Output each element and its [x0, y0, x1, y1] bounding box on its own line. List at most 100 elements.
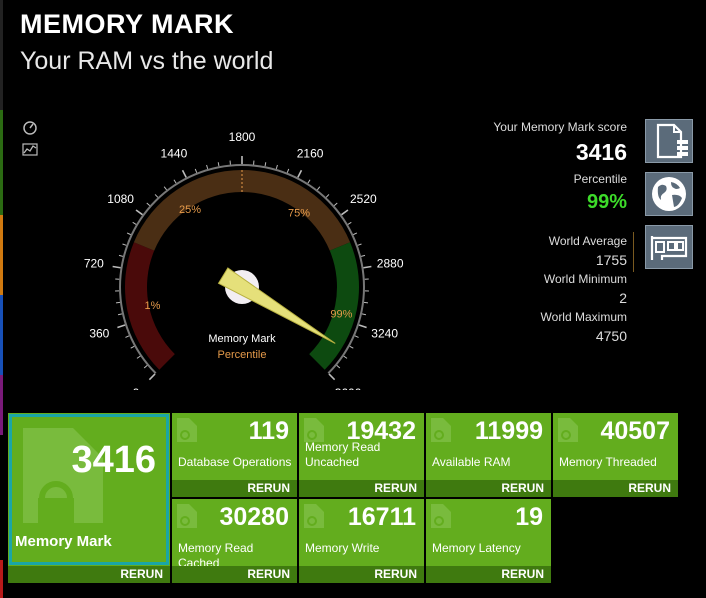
memory-chip-icon [304, 504, 324, 528]
gauge-percent-label: 25% [179, 204, 201, 216]
world-average-label: World Average [548, 234, 627, 248]
rerun-button[interactable]: RERUN [120, 567, 163, 581]
available-ram-tile[interactable]: 11999 Available RAM RERUN [426, 413, 551, 497]
gauge-tick [286, 168, 290, 173]
tile-value: 19 [515, 503, 543, 531]
rerun-button[interactable]: RERUN [247, 567, 290, 581]
gauge-tick [126, 232, 131, 236]
separator [633, 232, 634, 272]
score-value: 3416 [575, 139, 627, 165]
world-maximum-value: 4750 [595, 328, 627, 344]
gauge-tick [353, 232, 358, 236]
gauge-tick-label: 1800 [229, 130, 256, 144]
gauge-tick [217, 162, 220, 167]
tile-label: Memory Latency [432, 541, 521, 555]
memory-mark-tile[interactable]: 3416 Memory Mark RERUN [8, 413, 170, 583]
gauge-tick [361, 254, 366, 257]
gauge-tick-label: 360 [89, 326, 109, 340]
memory-latency-tile[interactable]: 19 Memory Latency RERUN [426, 499, 551, 583]
gauge-center-sublabel: Percentile [218, 349, 267, 361]
rerun-button[interactable]: RERUN [374, 567, 417, 581]
gauge-tick [264, 162, 267, 167]
gauge-tick [112, 265, 121, 269]
tile-value: 40507 [600, 417, 670, 445]
gauge-tick-label: 2880 [377, 257, 404, 271]
gauge-tick-label: 0 [133, 386, 140, 390]
gauge-tick [132, 221, 137, 225]
gauge-tick-label: 2160 [297, 146, 324, 160]
rerun-button[interactable]: RERUN [628, 481, 671, 495]
gauge-tick [194, 168, 198, 173]
tile-value: 16711 [347, 503, 416, 531]
world-minimum-value: 2 [619, 290, 627, 306]
memory-write-tile[interactable]: 16711 Memory Write RERUN [299, 499, 424, 583]
gauge-arcs [112, 156, 372, 381]
database-operations-tile[interactable]: 119 Database Operations RERUN [172, 413, 297, 497]
gauge-tick-label: 3600 [335, 386, 362, 390]
gauge-tick [181, 169, 187, 178]
gauge-tick-label: 1080 [107, 192, 134, 206]
gauge-center-label: Memory Mark [208, 333, 276, 345]
edge-strip [0, 560, 3, 598]
gauge-tick-label: 2520 [350, 192, 377, 206]
gauge-tick-label: 720 [84, 257, 104, 271]
gauge-percent-label: 99% [330, 309, 352, 321]
gauge-tick [122, 243, 127, 246]
gauge-tick-label: 1440 [161, 146, 188, 160]
gauge-tick [347, 221, 352, 225]
gauge-tick [297, 169, 303, 178]
memory-mark-tile-value: 3416 [71, 439, 156, 481]
tile-value: 30280 [219, 503, 289, 531]
gauge-tick [343, 355, 348, 359]
document-chart-icon [656, 123, 688, 159]
gauge-tick [130, 345, 135, 349]
hardware-button[interactable] [645, 225, 693, 269]
memory-read-cached-tile[interactable]: 30280 Memory Read Cached RERUN [172, 499, 297, 583]
gauge-tick [328, 373, 336, 381]
percentile-label: Percentile [573, 172, 627, 186]
gauge-tick [206, 164, 209, 170]
gauge-tick [117, 313, 123, 316]
page-title: MEMORY MARK [20, 9, 234, 39]
gauge-tick [307, 179, 311, 184]
memory-chip-icon [558, 418, 578, 442]
gauge-tick [115, 301, 121, 304]
gauge-tick [136, 355, 141, 359]
score-label: Your Memory Mark score [493, 120, 627, 134]
tile-label: Available RAM [432, 455, 511, 469]
memory-chip-icon [431, 504, 451, 528]
tile-value: 11999 [474, 417, 543, 445]
globe-icon [652, 177, 686, 211]
memory-read-uncached-tile[interactable]: 19432 Memory Read Uncached RERUN [299, 413, 424, 497]
gauge-tick [135, 209, 143, 216]
gauge-tick [363, 301, 369, 304]
edge-strip [0, 0, 3, 110]
report-button[interactable] [645, 119, 693, 163]
rerun-button[interactable]: RERUN [247, 481, 290, 495]
world-button[interactable] [645, 172, 693, 216]
world-average-value: 1755 [595, 252, 627, 268]
world-maximum-label: World Maximum [540, 310, 627, 324]
gauge-tick [336, 365, 341, 369]
gauge-tick [354, 335, 359, 338]
memory-chip-icon [177, 504, 197, 528]
gauge-percent-label: 1% [145, 300, 161, 312]
memory-chip-icon [431, 418, 451, 442]
rerun-button[interactable]: RERUN [501, 481, 544, 495]
gauge-tick [361, 313, 367, 316]
gauge-tick [358, 324, 367, 329]
world-minimum-label: World Minimum [543, 272, 627, 286]
gauge-tick [118, 254, 123, 257]
rerun-button[interactable]: RERUN [501, 567, 544, 581]
gauge-band-high [309, 242, 360, 370]
gauge-tick [349, 345, 354, 349]
gauge-tick [125, 335, 130, 338]
gauge-tick-label: 3240 [371, 326, 398, 340]
memory-threaded-tile[interactable]: 40507 Memory Threaded RERUN [553, 413, 678, 497]
tile-label: Memory Threaded [559, 455, 657, 469]
gauge-tick [173, 179, 177, 184]
rerun-button[interactable]: RERUN [374, 481, 417, 495]
gauge-tick [333, 202, 338, 207]
gauge-tick [148, 373, 156, 381]
memory-chip-icon [177, 418, 197, 442]
